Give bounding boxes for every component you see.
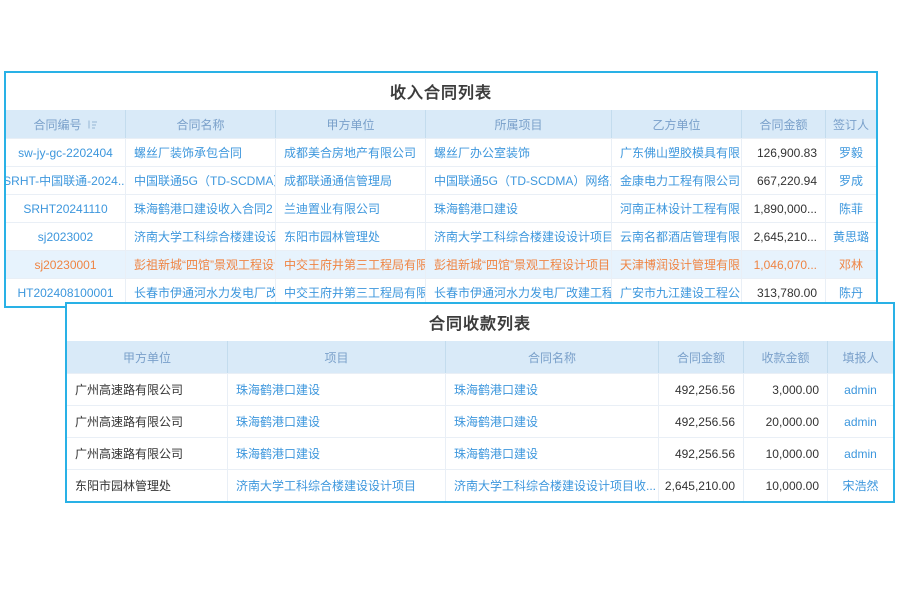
cell-project: 彭祖新城“四馆”景观工程设计项目 [426,251,612,278]
cell-amount: 667,220.94 [742,167,826,194]
cell-reporter[interactable]: admin [828,438,893,469]
cell-party-a: 成都联通通信管理局 [276,167,426,194]
cell-project: 济南大学工科综合楼建设设计项目 [426,223,612,250]
cell-contract-name[interactable]: 彭祖新城“四馆”景观工程设计... [126,251,276,278]
cell-contract-no[interactable]: SRHT20241110 [6,195,126,222]
cell-contract-name-link[interactable]: 珠海鹤港口建设 [446,374,659,405]
cell-party-b: 河南正林设计工程有限... [612,195,742,222]
cell-party-a: 东阳市园林管理处 [67,470,228,501]
column-header-contract-name: 合同名称 [126,110,276,138]
income-table-row[interactable]: sj2023002 济南大学工科综合楼建设设... 东阳市园林管理处 济南大学工… [6,222,876,250]
cell-amount: 1,046,070... [742,251,826,278]
cell-signer: 邓林 [826,251,876,278]
cell-signer: 罗毅 [826,139,876,166]
cell-contract-no[interactable]: sj20230001 [6,251,126,278]
cell-contract-amount: 492,256.56 [659,406,744,437]
cell-contract-name-link[interactable]: 珠海鹤港口建设 [446,406,659,437]
cell-party-a: 东阳市园林管理处 [276,223,426,250]
column-header-contract-name: 合同名称 [446,341,659,373]
cell-project: 螺丝厂办公室装饰 [426,139,612,166]
receipt-table-row[interactable]: 广州高速路有限公司 珠海鹤港口建设 珠海鹤港口建设 492,256.56 3,0… [67,373,893,405]
cell-party-a: 广州高速路有限公司 [67,406,228,437]
cell-party-a: 广州高速路有限公司 [67,438,228,469]
income-table-row[interactable]: SRHT20241110 珠海鹤港口建设收入合同2 兰迪置业有限公司 珠海鹤港口… [6,194,876,222]
income-table-row[interactable]: sw-jy-gc-2202404 螺丝厂装饰承包合同 成都美合房地产有限公司 螺… [6,138,876,166]
cell-received-amount: 10,000.00 [744,438,828,469]
receipt-table-row[interactable]: 广州高速路有限公司 珠海鹤港口建设 珠海鹤港口建设 492,256.56 20,… [67,405,893,437]
cell-project-link[interactable]: 济南大学工科综合楼建设设计项目 [228,470,446,501]
cell-reporter[interactable]: 宋浩然 [828,470,893,501]
cell-contract-amount: 492,256.56 [659,374,744,405]
column-header-party-a: 甲方单位 [67,341,228,373]
contract-receipt-table: 合同收款列表 甲方单位 项目 合同名称 合同金额 收款金额 填报人 广州高速路有… [65,302,895,503]
receipt-table-title: 合同收款列表 [67,304,893,341]
cell-party-b: 云南名都酒店管理有限... [612,223,742,250]
column-header-amount: 合同金额 [742,110,826,138]
cell-project-link[interactable]: 珠海鹤港口建设 [228,374,446,405]
income-contract-table: 收入合同列表 合同编号 合同名称 甲方单位 所属项目 乙方单位 合同金额 签订人… [4,71,878,308]
cell-project-link[interactable]: 珠海鹤港口建设 [228,406,446,437]
cell-signer: 罗成 [826,167,876,194]
sort-lines-icon[interactable] [87,119,98,130]
cell-contract-name[interactable]: 中国联通5G（TD-SCDMA）... [126,167,276,194]
cell-amount: 1,890,000... [742,195,826,222]
cell-contract-name[interactable]: 济南大学工科综合楼建设设... [126,223,276,250]
cell-contract-amount: 2,645,210.00 [659,470,744,501]
cell-party-a: 兰迪置业有限公司 [276,195,426,222]
cell-contract-name-link[interactable]: 济南大学工科综合楼建设设计项目收... [446,470,659,501]
cell-party-b: 金康电力工程有限公司 [612,167,742,194]
cell-party-a: 广州高速路有限公司 [67,374,228,405]
cell-party-a: 成都美合房地产有限公司 [276,139,426,166]
cell-party-b: 天津博润设计管理有限... [612,251,742,278]
income-table-header-row: 合同编号 合同名称 甲方单位 所属项目 乙方单位 合同金额 签订人 [6,110,876,138]
column-header-reporter: 填报人 [828,341,893,373]
column-header-signer: 签订人 [826,110,876,138]
cell-project-link[interactable]: 珠海鹤港口建设 [228,438,446,469]
cell-received-amount: 10,000.00 [744,470,828,501]
cell-project: 中国联通5G（TD-SCDMA）网络三... [426,167,612,194]
cell-contract-name-link[interactable]: 珠海鹤港口建设 [446,438,659,469]
column-header-contract-amount: 合同金额 [659,341,744,373]
cell-contract-no[interactable]: sw-jy-gc-2202404 [6,139,126,166]
cell-received-amount: 3,000.00 [744,374,828,405]
receipt-table-header-row: 甲方单位 项目 合同名称 合同金额 收款金额 填报人 [67,341,893,373]
cell-signer: 陈菲 [826,195,876,222]
cell-amount: 2,645,210... [742,223,826,250]
cell-signer: 黄思璐 [826,223,876,250]
cell-contract-no[interactable]: SRHT-中国联通-2024... [6,167,126,194]
cell-received-amount: 20,000.00 [744,406,828,437]
column-header-party-a: 甲方单位 [276,110,426,138]
receipt-table-row[interactable]: 东阳市园林管理处 济南大学工科综合楼建设设计项目 济南大学工科综合楼建设设计项目… [67,469,893,501]
income-table-title: 收入合同列表 [6,73,876,110]
cell-reporter[interactable]: admin [828,406,893,437]
receipt-table-row[interactable]: 广州高速路有限公司 珠海鹤港口建设 珠海鹤港口建设 492,256.56 10,… [67,437,893,469]
cell-amount: 126,900.83 [742,139,826,166]
column-header-project: 项目 [228,341,446,373]
cell-party-a: 中交王府井第三工程局有限... [276,251,426,278]
column-header-contract-no[interactable]: 合同编号 [6,110,126,138]
cell-party-b: 广东佛山塑胶模具有限... [612,139,742,166]
column-header-project: 所属项目 [426,110,612,138]
cell-contract-no[interactable]: sj2023002 [6,223,126,250]
cell-project: 珠海鹤港口建设 [426,195,612,222]
column-header-received-amount: 收款金额 [744,341,828,373]
income-table-row-selected[interactable]: sj20230001 彭祖新城“四馆”景观工程设计... 中交王府井第三工程局有… [6,250,876,278]
cell-reporter[interactable]: admin [828,374,893,405]
column-header-party-b: 乙方单位 [612,110,742,138]
income-table-row[interactable]: SRHT-中国联通-2024... 中国联通5G（TD-SCDMA）... 成都… [6,166,876,194]
cell-contract-amount: 492,256.56 [659,438,744,469]
cell-contract-name[interactable]: 珠海鹤港口建设收入合同2 [126,195,276,222]
cell-contract-name[interactable]: 螺丝厂装饰承包合同 [126,139,276,166]
